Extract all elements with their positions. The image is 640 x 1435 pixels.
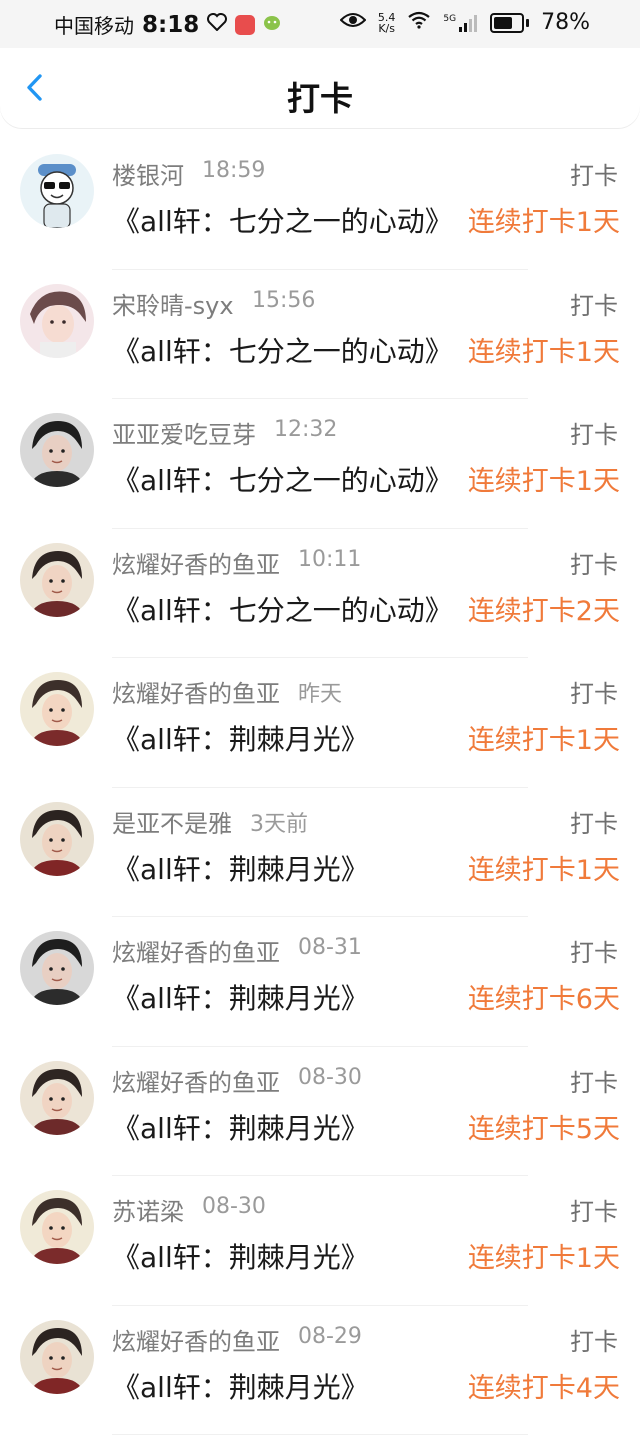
- user-name[interactable]: 是亚不是雅: [112, 804, 232, 839]
- status-bar: 中国移动 8:18 5.4 K/s 5G 78%: [0, 0, 640, 48]
- streak-label: 连续打卡1天: [468, 330, 620, 369]
- avatar[interactable]: [20, 802, 94, 876]
- wifi-icon: [407, 10, 431, 35]
- user-name[interactable]: 苏诺梁: [112, 1192, 184, 1227]
- wechat-notification-icon: [263, 12, 281, 37]
- app-notification-icon: [235, 15, 255, 35]
- avatar[interactable]: [20, 154, 94, 228]
- status-right: 5.4 K/s 5G 78%: [340, 10, 590, 35]
- post-time: 12:32: [274, 417, 337, 442]
- checkin-label: 打卡: [570, 156, 618, 191]
- net-speed-value: 5.4: [378, 12, 396, 23]
- user-name[interactable]: 楼银河: [112, 156, 184, 191]
- list-item[interactable]: 苏诺梁 08-30 打卡《all轩：荆棘月光》连续打卡1天: [0, 1176, 640, 1306]
- streak-label: 连续打卡4天: [468, 1366, 620, 1405]
- post-time: 10:11: [298, 547, 361, 572]
- checkin-list: 楼银河18:59打卡《all轩：七分之一的心动》连续打卡1天宋聆晴-syx15:…: [0, 140, 640, 1435]
- post-time: 08-30: [202, 1194, 266, 1219]
- user-name[interactable]: 炫耀好香的鱼亚: [112, 933, 280, 968]
- user-name[interactable]: 炫耀好香的鱼亚: [112, 1322, 280, 1357]
- book-title-link[interactable]: 《all轩：七分之一的心动》: [112, 200, 462, 240]
- book-title-link[interactable]: 《all轩：荆棘月光》: [112, 1366, 462, 1406]
- post-time: 18:59: [202, 158, 265, 183]
- list-item[interactable]: 是亚不是雅 3天前 打卡《all轩：荆棘月光》连续打卡1天: [0, 788, 640, 918]
- status-left: 中国移动 8:18: [54, 10, 281, 39]
- page-title: 打卡: [0, 72, 640, 120]
- eye-icon: [340, 10, 366, 35]
- post-time: 15:56: [252, 288, 315, 313]
- book-title-link[interactable]: 《all轩：荆棘月光》: [112, 848, 462, 888]
- checkin-label: 打卡: [570, 933, 618, 968]
- user-name[interactable]: 宋聆晴-syx: [112, 286, 234, 321]
- streak-label: 连续打卡1天: [468, 718, 620, 757]
- book-title-link[interactable]: 《all轩：七分之一的心动》: [112, 330, 462, 370]
- list-item[interactable]: 炫耀好香的鱼亚 08-30 打卡《all轩：荆棘月光》连续打卡5天: [0, 1047, 640, 1177]
- network-type: 5G: [443, 14, 456, 24]
- net-speed-unit: K/s: [378, 23, 396, 34]
- streak-label: 连续打卡1天: [468, 1236, 620, 1275]
- battery-icon: [490, 13, 529, 33]
- avatar[interactable]: [20, 1320, 94, 1394]
- streak-label: 连续打卡1天: [468, 200, 620, 239]
- list-item[interactable]: 炫耀好香的鱼亚 10:11 打卡《all轩：七分之一的心动》连续打卡2天: [0, 529, 640, 659]
- user-name[interactable]: 炫耀好香的鱼亚: [112, 545, 280, 580]
- list-item[interactable]: 亚亚爱吃豆芽 12:32 打卡《all轩：七分之一的心动》连续打卡1天: [0, 399, 640, 529]
- list-item[interactable]: 炫耀好香的鱼亚 08-29 打卡《all轩：荆棘月光》连续打卡4天: [0, 1306, 640, 1435]
- checkin-label: 打卡: [570, 545, 618, 580]
- post-time: 08-29: [298, 1324, 362, 1349]
- page-header: 打卡: [0, 48, 640, 128]
- avatar[interactable]: [20, 931, 94, 1005]
- streak-label: 连续打卡2天: [468, 589, 620, 628]
- streak-label: 连续打卡1天: [468, 848, 620, 887]
- post-time: 昨天: [298, 676, 342, 708]
- checkin-label: 打卡: [570, 1192, 618, 1227]
- avatar[interactable]: [20, 1061, 94, 1135]
- avatar[interactable]: [20, 672, 94, 746]
- checkin-label: 打卡: [570, 804, 618, 839]
- book-title-link[interactable]: 《all轩：荆棘月光》: [112, 977, 462, 1017]
- checkin-label: 打卡: [570, 415, 618, 450]
- user-name[interactable]: 炫耀好香的鱼亚: [112, 674, 280, 709]
- post-time: 08-30: [298, 1065, 362, 1090]
- avatar[interactable]: [20, 1190, 94, 1264]
- status-time: 8:18: [142, 12, 199, 38]
- checkin-label: 打卡: [570, 1322, 618, 1357]
- avatar[interactable]: [20, 413, 94, 487]
- book-title-link[interactable]: 《all轩：七分之一的心动》: [112, 589, 462, 629]
- checkin-label: 打卡: [570, 674, 618, 709]
- checkin-label: 打卡: [570, 1063, 618, 1098]
- book-title-link[interactable]: 《all轩：荆棘月光》: [112, 1107, 462, 1147]
- net-speed: 5.4 K/s: [378, 12, 396, 34]
- avatar[interactable]: [20, 543, 94, 617]
- post-time: 08-31: [298, 935, 362, 960]
- checkin-label: 打卡: [570, 286, 618, 321]
- avatar[interactable]: [20, 284, 94, 358]
- list-item[interactable]: 炫耀好香的鱼亚昨天 打卡《all轩：荆棘月光》连续打卡1天: [0, 658, 640, 788]
- streak-label: 连续打卡6天: [468, 977, 620, 1016]
- list-item[interactable]: 楼银河 18:59 打卡《all轩：七分之一的心动》连续打卡1天: [0, 140, 640, 270]
- list-item[interactable]: 宋聆晴-syx 15:56 打卡《all轩：七分之一的心动》连续打卡1天: [0, 270, 640, 400]
- list-item[interactable]: 炫耀好香的鱼亚 08-31 打卡《all轩：荆棘月光》连续打卡6天: [0, 917, 640, 1047]
- book-title-link[interactable]: 《all轩：荆棘月光》: [112, 718, 462, 758]
- battery-percent: 78%: [541, 10, 590, 35]
- streak-label: 连续打卡1天: [468, 459, 620, 498]
- user-name[interactable]: 亚亚爱吃豆芽: [112, 415, 256, 450]
- carrier-label: 中国移动: [54, 10, 134, 39]
- heart-link-icon: [207, 12, 227, 37]
- signal-icon: 5G: [443, 14, 478, 32]
- book-title-link[interactable]: 《all轩：荆棘月光》: [112, 1236, 462, 1276]
- streak-label: 连续打卡5天: [468, 1107, 620, 1146]
- post-time: 3天前: [250, 806, 308, 838]
- user-name[interactable]: 炫耀好香的鱼亚: [112, 1063, 280, 1098]
- book-title-link[interactable]: 《all轩：七分之一的心动》: [112, 459, 462, 499]
